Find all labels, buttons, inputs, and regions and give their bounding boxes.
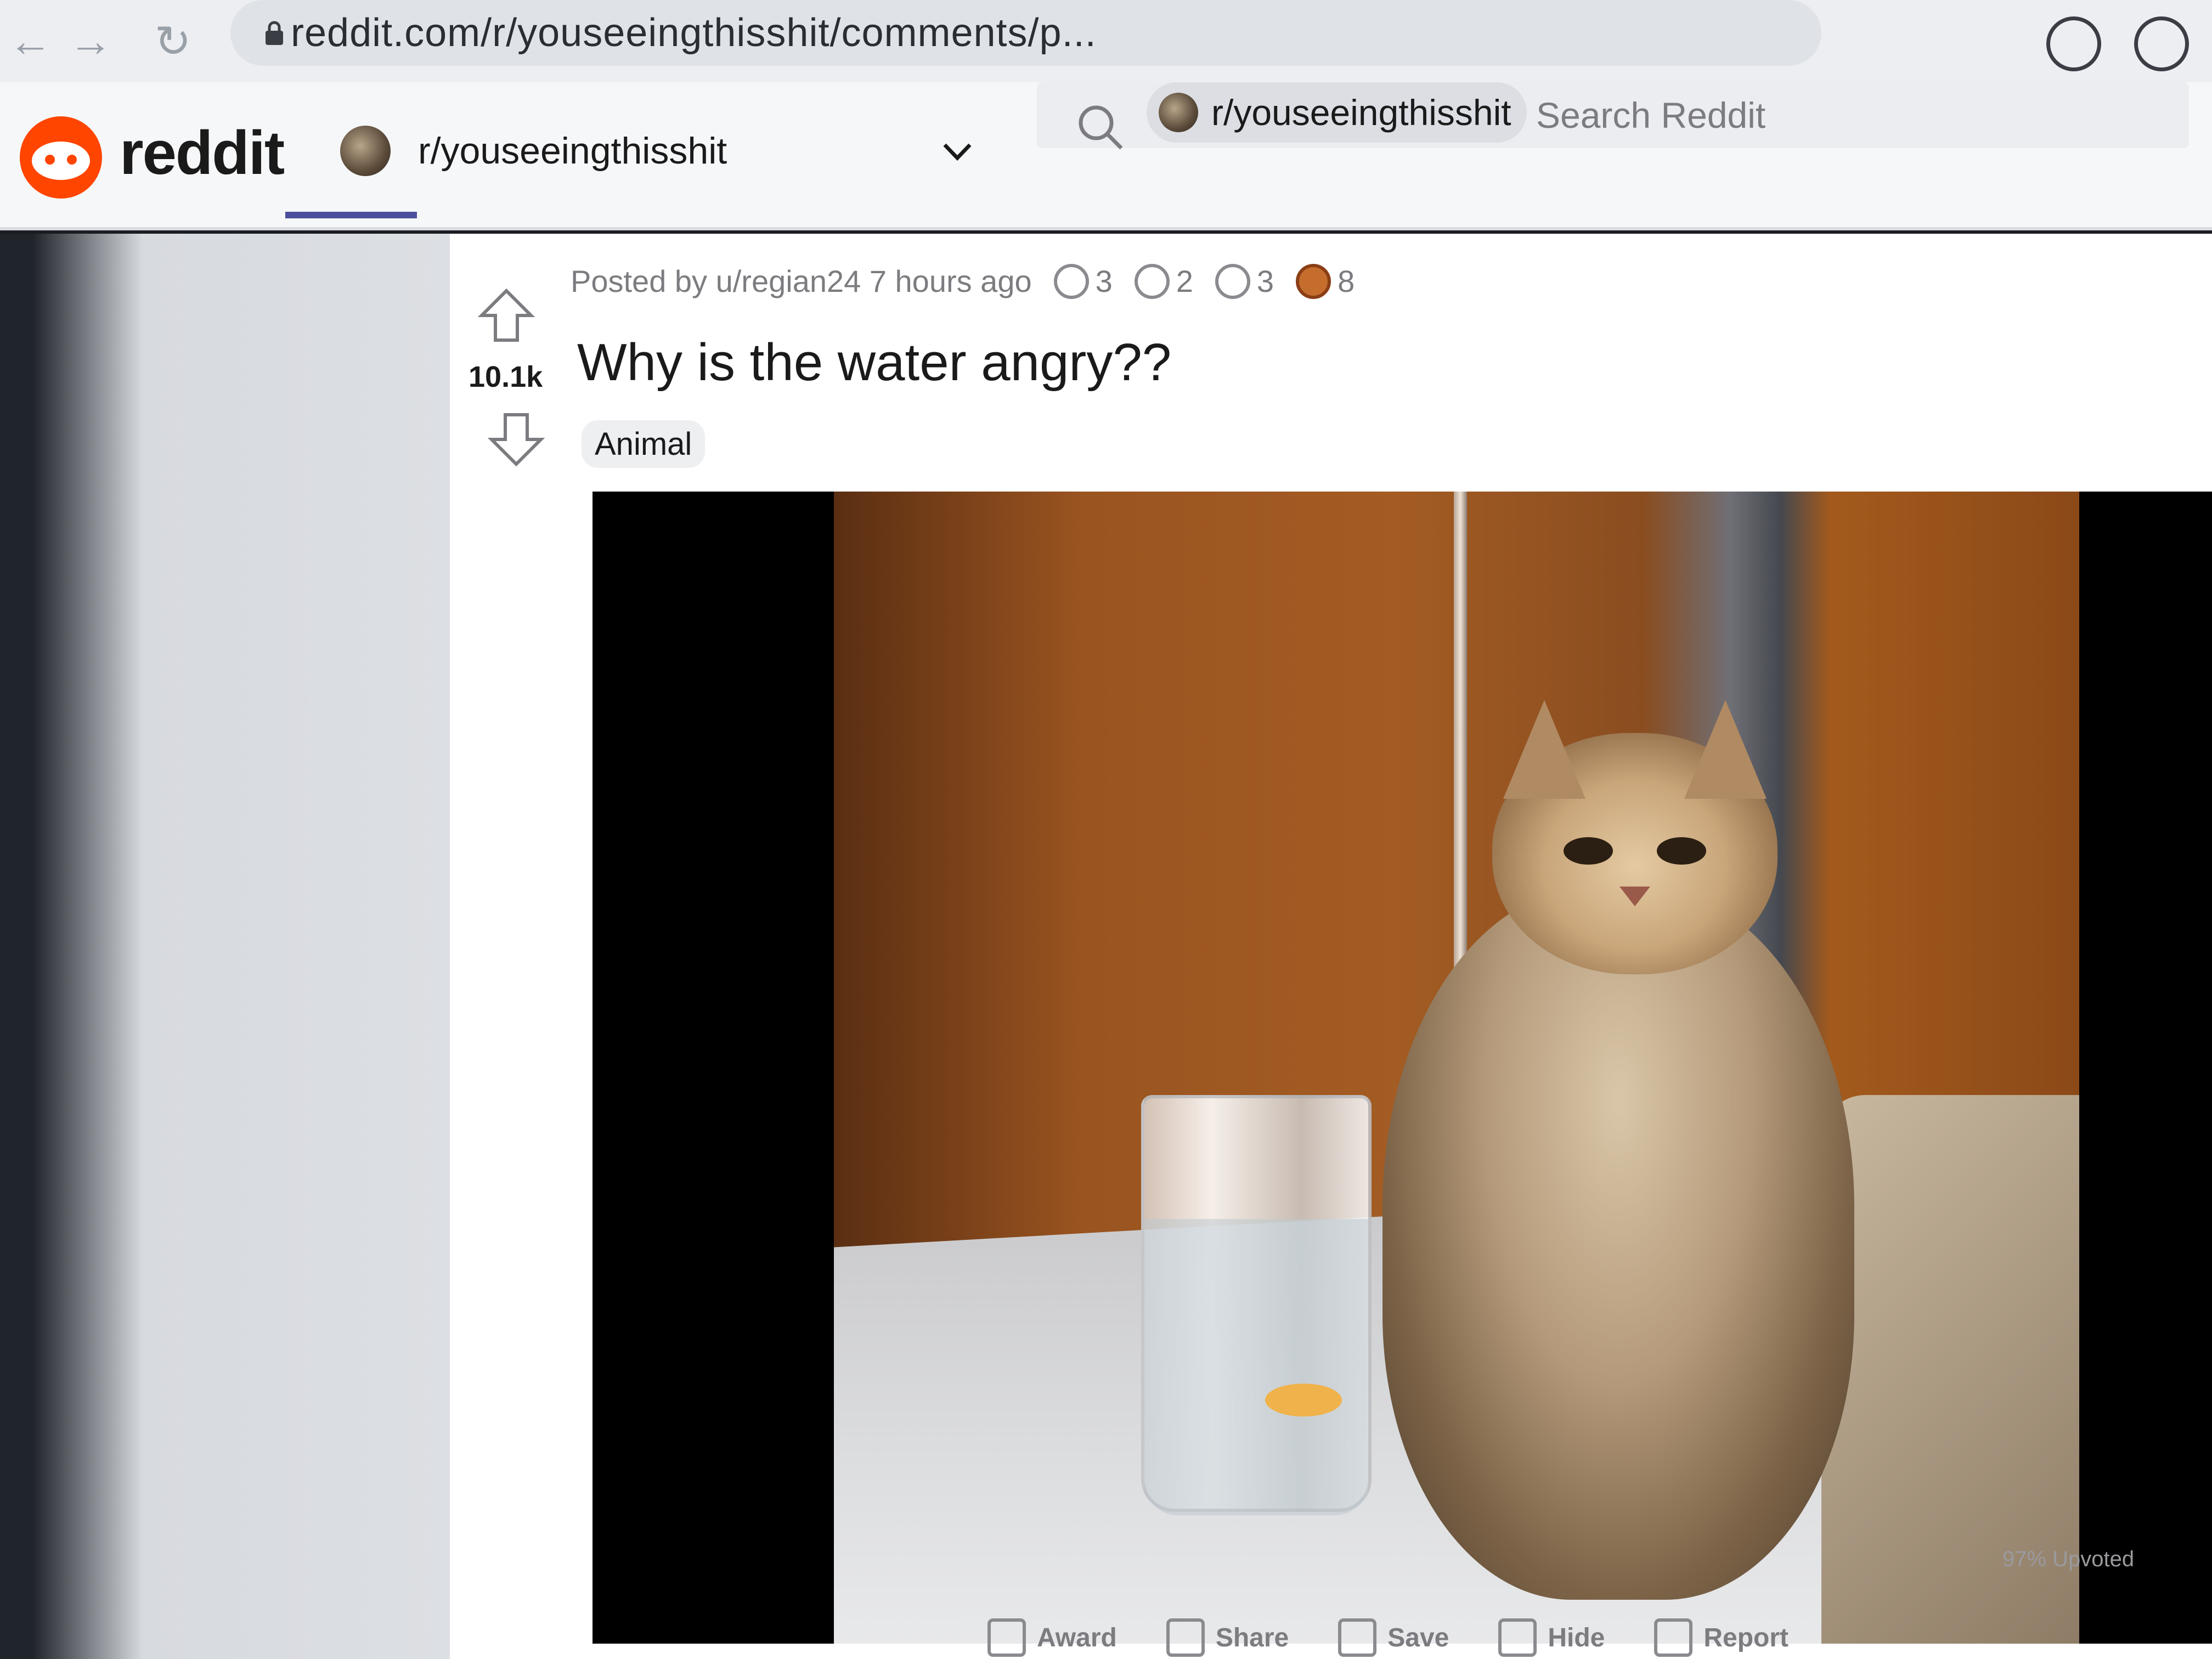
active-tab-underline xyxy=(285,212,417,218)
helpful-award-icon xyxy=(1134,263,1170,299)
post-title[interactable]: Why is the water angry?? xyxy=(577,332,1171,393)
photo-glass xyxy=(1141,1095,1372,1515)
chip-community-name: r/youseeingthisshit xyxy=(1211,92,1511,133)
vote-count: 10.1k xyxy=(469,360,543,393)
share-label: Share xyxy=(1215,1623,1289,1652)
reload-button[interactable]: ↻ xyxy=(143,11,203,71)
post-card: 10.1k Posted by u/regian24 7 hours ago 3… xyxy=(450,234,2212,1659)
search-icon xyxy=(1079,105,1123,150)
browser-toolbar: ← → ↻ reddit.com/r/youseeingthisshit/com… xyxy=(0,0,2212,82)
share-button[interactable]: Share xyxy=(1166,1618,1289,1657)
gift-icon xyxy=(988,1618,1026,1657)
report-button[interactable]: Report xyxy=(1654,1618,1788,1657)
award-bear[interactable]: 8 xyxy=(1296,263,1355,299)
community-name: r/youseeingthisshit xyxy=(418,130,727,172)
vote-column: 10.1k xyxy=(450,234,582,563)
award-silver[interactable]: 3 xyxy=(1053,263,1113,299)
address-bar[interactable]: reddit.com/r/youseeingthisshit/comments/… xyxy=(230,0,1821,66)
photo-cat-eye-left xyxy=(1564,837,1613,865)
community-switcher[interactable]: r/youseeingthisshit xyxy=(340,110,977,192)
upvote-icon[interactable] xyxy=(476,285,537,346)
report-label: Report xyxy=(1703,1623,1789,1652)
award-count: 3 xyxy=(1095,264,1113,298)
back-button[interactable]: ← xyxy=(0,11,60,71)
arrow-left-icon: ← xyxy=(8,16,52,65)
chevron-down-icon xyxy=(943,143,972,161)
photo-lemon xyxy=(1265,1384,1342,1417)
award-label: Award xyxy=(1037,1623,1117,1652)
post-flair[interactable]: Animal xyxy=(582,420,706,468)
reddit-header: reddit r/youseeingthisshit r/youseeingth… xyxy=(0,82,2212,230)
photo-cat-nose xyxy=(1620,887,1650,906)
snoo-eye-left xyxy=(45,155,55,165)
community-avatar xyxy=(340,126,391,176)
post-meta: Posted by u/regian24 7 hours ago 3 2 3 8 xyxy=(571,263,1355,299)
post-action-bar: Award Share Save Hide Report xyxy=(988,1569,2194,1657)
award-coin[interactable]: 3 xyxy=(1215,263,1274,299)
award-helpful[interactable]: 2 xyxy=(1134,263,1193,299)
award-button[interactable]: Award xyxy=(988,1618,1117,1657)
award-count: 2 xyxy=(1176,264,1193,298)
save-button[interactable]: Save xyxy=(1338,1618,1449,1657)
coin-award-icon xyxy=(1215,263,1250,299)
downvote-icon[interactable] xyxy=(486,409,546,470)
search-input[interactable]: Search Reddit xyxy=(1536,94,1765,136)
share-icon xyxy=(1166,1618,1205,1657)
photo-cat-head xyxy=(1492,700,1778,974)
snoo-eye-right xyxy=(67,155,77,165)
post-media[interactable] xyxy=(592,492,2212,1644)
kitten-photo xyxy=(834,492,2079,1644)
search-bar[interactable]: r/youseeingthisshit Search Reddit xyxy=(1037,82,2189,150)
posted-by-text: Posted by u/regian24 7 hours ago xyxy=(571,264,1032,298)
url-text: reddit.com/r/youseeingthisshit/comments/… xyxy=(291,11,1097,55)
forward-button[interactable]: → xyxy=(60,11,121,71)
save-label: Save xyxy=(1387,1623,1449,1652)
hide-button[interactable]: Hide xyxy=(1498,1618,1605,1657)
photo-cat-ear-left xyxy=(1503,700,1585,799)
hide-label: Hide xyxy=(1548,1623,1605,1652)
reddit-wordmark[interactable]: reddit xyxy=(120,117,285,188)
reddit-logo-icon[interactable] xyxy=(20,116,102,199)
eye-off-icon xyxy=(1498,1618,1537,1657)
upvoted-ratio: 97% Upvoted xyxy=(2002,1547,2135,1571)
photo-water xyxy=(1144,1219,1368,1515)
profile-icon[interactable] xyxy=(2134,16,2189,71)
silver-award-icon xyxy=(1053,263,1089,299)
photo-cat-eye-right xyxy=(1657,837,1706,865)
bear-award-icon xyxy=(1296,263,1331,299)
chip-community-avatar xyxy=(1159,93,1198,132)
arrow-right-icon: → xyxy=(69,16,112,65)
snoo-face xyxy=(32,142,90,180)
search-community-chip[interactable]: r/youseeingthisshit xyxy=(1147,82,1527,143)
flag-icon xyxy=(1654,1618,1693,1657)
extension-icon[interactable] xyxy=(2046,16,2101,71)
reload-icon: ↻ xyxy=(154,16,191,66)
lock-icon xyxy=(266,21,283,45)
photo-cat-ear-right xyxy=(1684,700,1767,799)
award-count: 8 xyxy=(1338,264,1355,298)
photo-cat-body xyxy=(1383,887,1854,1600)
award-count: 3 xyxy=(1256,264,1274,298)
bookmark-icon xyxy=(1338,1618,1377,1657)
left-background xyxy=(0,234,450,1659)
